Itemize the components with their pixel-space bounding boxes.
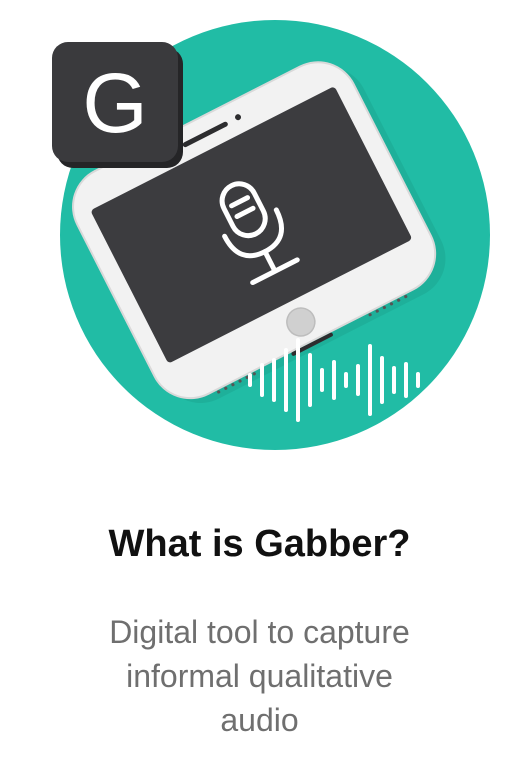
- subtitle-line: informal qualitative: [126, 658, 393, 694]
- gabber-logo-icon: G: [52, 42, 183, 168]
- onboarding-screen: G What is Gabber? Digital tool to captur…: [0, 0, 519, 778]
- page-title: What is Gabber?: [108, 523, 411, 565]
- subtitle-line: audio: [220, 702, 299, 738]
- hero-illustration: G: [52, 20, 490, 450]
- logo-letter: G: [82, 56, 147, 150]
- subtitle-line: Digital tool to capture: [109, 614, 410, 650]
- page-subtitle: Digital tool to capture informal qualita…: [40, 610, 479, 742]
